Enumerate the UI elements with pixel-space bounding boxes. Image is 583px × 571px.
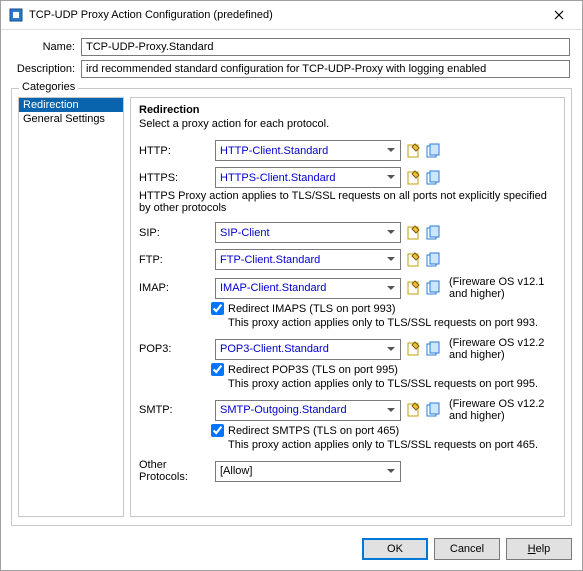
edit-icon[interactable] <box>405 169 423 187</box>
window-title: TCP-UDP Proxy Action Configuration (pred… <box>29 9 273 21</box>
titlebar: TCP-UDP Proxy Action Configuration (pred… <box>1 1 582 30</box>
category-general-settings[interactable]: General Settings <box>19 112 123 126</box>
imap-combo[interactable]: IMAP-Client.Standard <box>215 278 401 299</box>
edit-icon[interactable] <box>405 142 423 160</box>
smtp-redirect-input[interactable] <box>211 424 224 437</box>
edit-icon[interactable] <box>405 340 423 358</box>
ftp-value: FTP-Client.Standard <box>220 254 320 266</box>
smtp-redirect-note: This proxy action applies only to TLS/SS… <box>211 439 556 451</box>
chevron-down-icon <box>383 251 398 268</box>
panel-heading: Redirection <box>139 104 556 116</box>
chevron-down-icon <box>383 463 398 480</box>
chevron-down-icon <box>383 142 398 159</box>
help-button[interactable]: Help <box>506 538 572 560</box>
categories-list[interactable]: Redirection General Settings <box>18 97 124 517</box>
imap-sidenote: (Fireware OS v12.1 and higher) <box>449 276 556 300</box>
other-protocols-combo[interactable]: [Allow] <box>215 461 401 482</box>
other-protocols-label: Other Protocols: <box>139 459 211 483</box>
chevron-down-icon <box>383 224 398 241</box>
copy-icon[interactable] <box>425 401 443 419</box>
name-input[interactable] <box>81 38 570 56</box>
cancel-button[interactable]: Cancel <box>434 538 500 560</box>
smtp-redirect-label: Redirect SMTPS (TLS on port 465) <box>228 425 399 437</box>
ftp-label: FTP: <box>139 254 211 266</box>
ok-button[interactable]: OK <box>362 538 428 560</box>
smtp-label: SMTP: <box>139 404 211 416</box>
sip-combo[interactable]: SIP-Client <box>215 222 401 243</box>
app-icon <box>9 8 23 22</box>
button-bar: OK Cancel Help <box>1 532 582 570</box>
http-combo[interactable]: HTTP-Client.Standard <box>215 140 401 161</box>
edit-icon[interactable] <box>405 251 423 269</box>
pop3-redirect-checkbox[interactable]: Redirect POP3S (TLS on port 995) <box>211 363 556 376</box>
https-combo[interactable]: HTTPS-Client.Standard <box>215 167 401 188</box>
imap-redirect-label: Redirect IMAPS (TLS on port 993) <box>228 303 396 315</box>
dialog-window: TCP-UDP Proxy Action Configuration (pred… <box>0 0 583 571</box>
pop3-sidenote: (Fireware OS v12.2 and higher) <box>449 337 556 361</box>
copy-icon[interactable] <box>425 224 443 242</box>
chevron-down-icon <box>383 280 398 297</box>
https-note: HTTPS Proxy action applies to TLS/SSL re… <box>139 190 556 214</box>
panel-subtext: Select a proxy action for each protocol. <box>139 118 556 130</box>
smtp-sidenote: (Fireware OS v12.2 and higher) <box>449 398 556 422</box>
http-value: HTTP-Client.Standard <box>220 145 328 157</box>
chevron-down-icon <box>383 402 398 419</box>
pop3-value: POP3-Client.Standard <box>220 343 329 355</box>
edit-icon[interactable] <box>405 224 423 242</box>
sip-label: SIP: <box>139 227 211 239</box>
pop3-label: POP3: <box>139 343 211 355</box>
https-value: HTTPS-Client.Standard <box>220 172 336 184</box>
sip-value: SIP-Client <box>220 227 270 239</box>
categories-fieldset: Categories Redirection General Settings … <box>11 88 572 526</box>
copy-icon[interactable] <box>425 279 443 297</box>
smtp-value: SMTP-Outgoing.Standard <box>220 404 347 416</box>
chevron-down-icon <box>383 169 398 186</box>
pop3-combo[interactable]: POP3-Client.Standard <box>215 339 401 360</box>
description-label: Description: <box>13 63 75 75</box>
chevron-down-icon <box>383 341 398 358</box>
edit-icon[interactable] <box>405 279 423 297</box>
imap-value: IMAP-Client.Standard <box>220 282 326 294</box>
close-button[interactable] <box>542 4 576 26</box>
category-redirection[interactable]: Redirection <box>19 98 123 112</box>
pop3-redirect-label: Redirect POP3S (TLS on port 995) <box>228 364 398 376</box>
imap-redirect-input[interactable] <box>211 302 224 315</box>
imap-label: IMAP: <box>139 282 211 294</box>
ftp-combo[interactable]: FTP-Client.Standard <box>215 249 401 270</box>
copy-icon[interactable] <box>425 142 443 160</box>
other-protocols-value: [Allow] <box>220 465 252 477</box>
description-input[interactable] <box>81 60 570 78</box>
name-label: Name: <box>13 41 75 53</box>
redirection-panel: Redirection Select a proxy action for ea… <box>130 97 565 517</box>
pop3-redirect-input[interactable] <box>211 363 224 376</box>
http-label: HTTP: <box>139 145 211 157</box>
smtp-redirect-checkbox[interactable]: Redirect SMTPS (TLS on port 465) <box>211 424 556 437</box>
copy-icon[interactable] <box>425 340 443 358</box>
edit-icon[interactable] <box>405 401 423 419</box>
imap-redirect-checkbox[interactable]: Redirect IMAPS (TLS on port 993) <box>211 302 556 315</box>
imap-redirect-note: This proxy action applies only to TLS/SS… <box>211 317 556 329</box>
https-label: HTTPS: <box>139 172 211 184</box>
pop3-redirect-note: This proxy action applies only to TLS/SS… <box>211 378 556 390</box>
copy-icon[interactable] <box>425 169 443 187</box>
copy-icon[interactable] <box>425 251 443 269</box>
smtp-combo[interactable]: SMTP-Outgoing.Standard <box>215 400 401 421</box>
header-form: Name: Description: <box>1 30 582 86</box>
categories-legend: Categories <box>19 81 78 93</box>
